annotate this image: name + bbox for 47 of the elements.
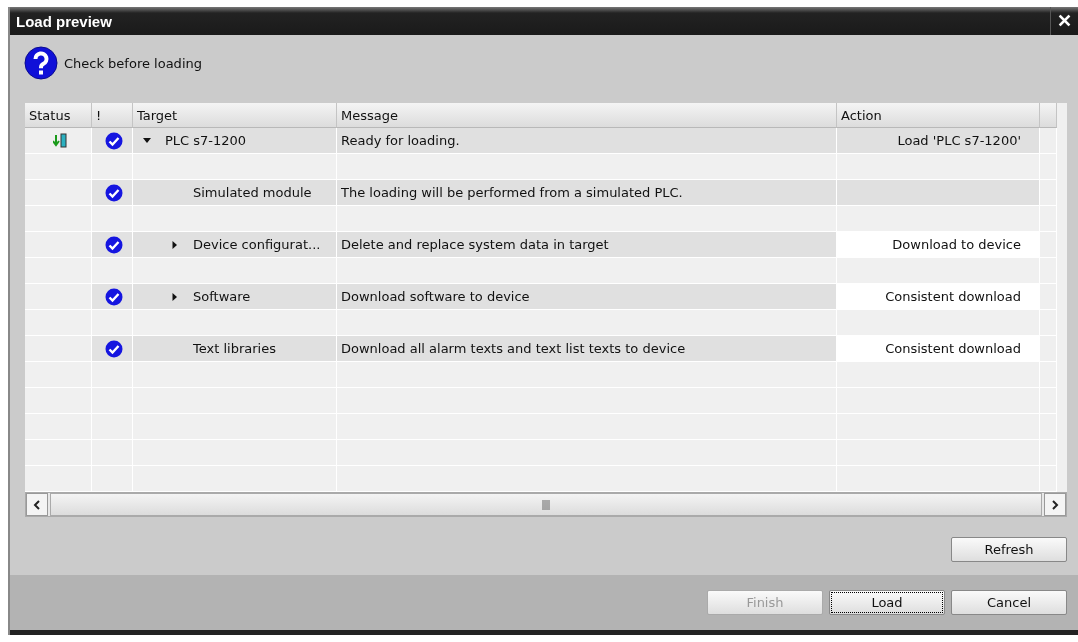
table-cell: Consistent download: [837, 284, 1040, 310]
table-cell: [1040, 466, 1057, 492]
table-cell: Consistent download: [837, 336, 1040, 362]
expanded-caret-icon[interactable]: [143, 136, 151, 145]
table-cell: [1040, 206, 1057, 232]
column-header[interactable]: !: [92, 103, 133, 128]
column-header[interactable]: Target: [133, 103, 337, 128]
table-cell: Delete and replace system data in target: [337, 232, 837, 258]
column-header[interactable]: Action: [837, 103, 1040, 128]
table-cell: [92, 466, 133, 492]
table-cell: [1040, 128, 1057, 154]
table-cell: [25, 310, 92, 336]
table-cell: Load 'PLC s7-1200': [837, 128, 1040, 154]
target-name: PLC s7-1200: [165, 133, 247, 148]
window-title: Load preview: [15, 12, 112, 30]
table-cell: [25, 388, 92, 414]
table-cell: [25, 466, 92, 492]
prompt-text: Check before loading: [64, 55, 202, 71]
collapsed-caret-icon[interactable]: [171, 292, 179, 301]
table-cell: Download all alarm texts and text list texts to device: [337, 336, 837, 362]
table-cell: [25, 362, 92, 388]
scroll-right-icon[interactable]: [1044, 493, 1066, 516]
table-cell: [25, 206, 92, 232]
table-cell: [25, 414, 92, 440]
close-button[interactable]: ✕: [1050, 7, 1078, 35]
target-name: Software: [193, 289, 251, 304]
collapsed-caret-icon[interactable]: [171, 240, 179, 249]
table-cell: Ready for loading.: [337, 128, 837, 154]
target-name: Simulated module: [193, 185, 312, 200]
table-cell: Download to device: [837, 232, 1040, 258]
scroll-left-icon[interactable]: [26, 493, 48, 516]
column-header: [1040, 103, 1057, 128]
refresh-button[interactable]: Refresh: [951, 537, 1067, 562]
target-name: Device configurat...: [193, 237, 321, 252]
download-status-icon: [53, 132, 67, 149]
table-cell: [25, 440, 92, 466]
table-cell: [1040, 180, 1057, 206]
column-header[interactable]: Message: [337, 103, 837, 128]
dialog-button[interactable]: Load: [829, 590, 945, 615]
table-cell: The loading will be performed from a simulated PLC.: [337, 180, 837, 206]
table-cell: [25, 258, 92, 284]
column-header[interactable]: Status: [25, 103, 92, 128]
target-name: Text libraries: [193, 341, 276, 356]
question-icon: [24, 46, 58, 80]
dialog-button[interactable]: Cancel: [951, 590, 1067, 615]
table-cell: [1040, 154, 1057, 180]
table-cell: Download software to device: [337, 284, 837, 310]
